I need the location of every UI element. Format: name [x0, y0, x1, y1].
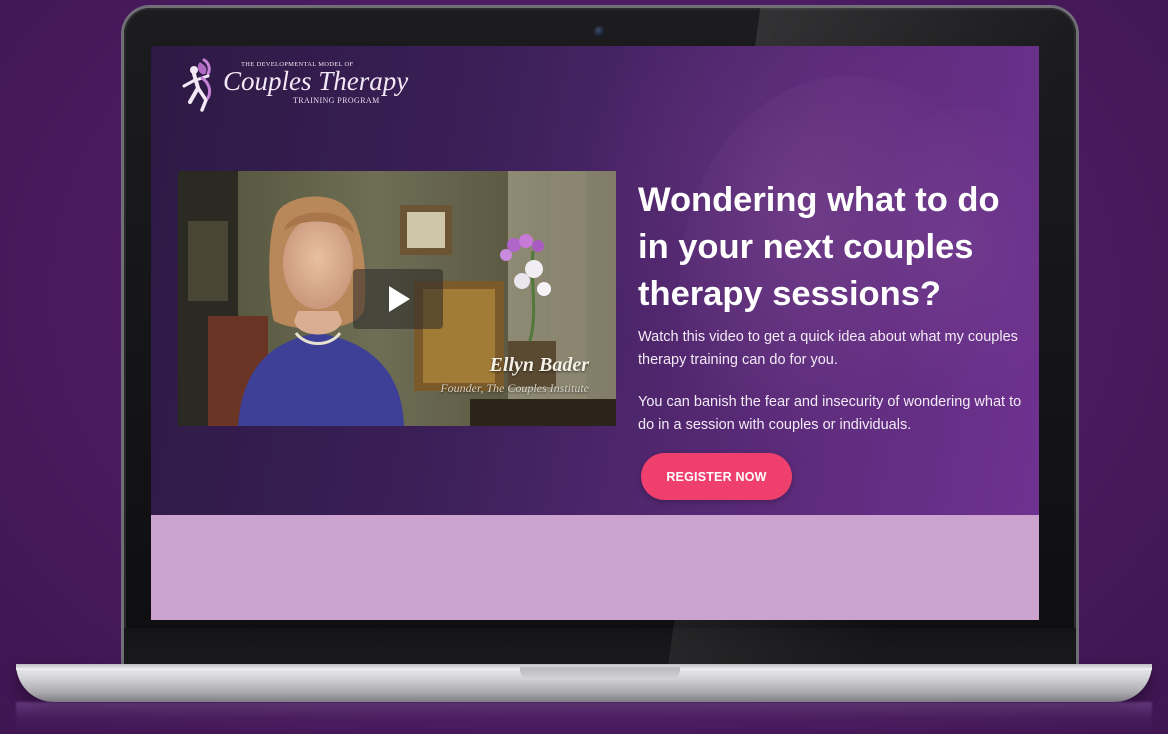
dancing-figure-icon	[182, 58, 212, 112]
hero-section: THE DEVELOPMENTAL MODEL OF Couples Thera…	[151, 46, 1039, 515]
logo-subtitle: TRAINING PROGRAM	[293, 96, 380, 105]
laptop-reflection	[16, 702, 1152, 734]
browser-screen: THE DEVELOPMENTAL MODEL OF Couples Thera…	[151, 46, 1039, 620]
webcam-icon	[594, 26, 605, 37]
video-speaker-title: Founder, The Couples Institute	[440, 381, 589, 395]
register-now-button[interactable]: REGISTER NOW	[641, 453, 792, 500]
play-icon	[389, 286, 410, 312]
video-play-button[interactable]	[353, 269, 443, 329]
laptop-chin	[124, 628, 1076, 668]
laptop-opening-notch	[520, 667, 680, 680]
hero-paragraph-1: Watch this video to get a quick idea abo…	[638, 329, 1018, 368]
lower-content-band	[151, 515, 1039, 620]
site-logo[interactable]: THE DEVELOPMENTAL MODEL OF Couples Thera…	[178, 56, 428, 114]
logo-title: Couples Therapy	[223, 66, 409, 96]
video-player[interactable]: Ellyn Bader Founder, The Couples Institu…	[178, 171, 616, 426]
hero-headline: Wondering what to do in your next couple…	[638, 181, 1000, 313]
video-speaker-name: Ellyn Bader	[489, 354, 589, 376]
hero-paragraph-2: You can banish the fear and insecurity o…	[638, 394, 1022, 433]
